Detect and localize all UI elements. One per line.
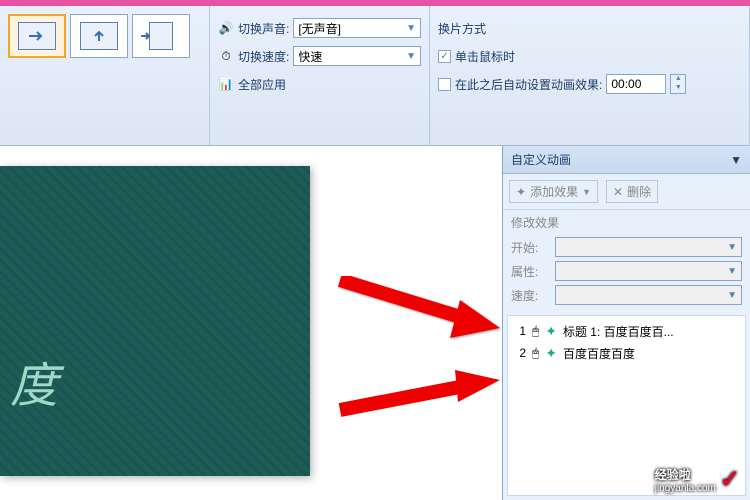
on-click-checkbox[interactable]: ✓ [438,50,451,63]
auto-after-checkbox[interactable] [438,78,451,91]
start-label: 开始: [511,239,551,256]
remove-button[interactable]: ✕ 删除 [606,180,658,203]
slide-text: 度 [10,346,58,416]
anim-speed-label: 速度: [511,287,551,304]
modify-label: 修改效果 [511,214,742,231]
sound-value: [无声音] [298,20,341,37]
effect-star-icon: ✦ [545,345,557,362]
dropdown-arrow-icon: ▼ [582,187,591,197]
transition-options-group: 🔊 切换声音: [无声音] ▼ ⏱ 切换速度: 快速 ▼ 📊 全部应用 [210,6,430,145]
sound-label: 切换声音: [238,20,289,37]
watermark-check-icon: ✓ [720,465,740,494]
transition-thumb-2[interactable] [70,14,128,58]
taskpane-title: 自定义动画 [511,151,571,168]
slide-canvas-area: 度 [0,146,502,500]
advance-title: 换片方式 [438,20,486,37]
anim-speed-combo[interactable]: ▼ [555,285,742,305]
taskpane-title-bar: 自定义动画 ▼ [503,146,750,174]
watermark: 经验啦 jingyanla.com ✓ [655,465,740,494]
taskpane-toolbar: ✦ 添加效果 ▼ ✕ 删除 [503,174,750,210]
modify-effect-section: 修改效果 开始: ▼ 属性: ▼ 速度: ▼ [503,210,750,311]
animation-item-text: 标题 1: 百度百度百... [563,323,674,340]
custom-animation-pane: 自定义动画 ▼ ✦ 添加效果 ▼ ✕ 删除 修改效果 开始: ▼ 属性: ▼ [502,146,750,500]
transition-gallery-group [0,6,210,145]
auto-after-label: 在此之后自动设置动画效果: [455,76,602,93]
speed-icon: ⏱ [218,48,234,64]
sound-combo[interactable]: [无声音] ▼ [293,18,421,38]
speed-value: 快速 [298,48,322,65]
arrow-up-icon [92,29,106,43]
effect-star-icon: ✦ [545,323,557,340]
transition-thumb-1[interactable] [8,14,66,58]
arrow-right-icon [27,29,47,43]
dropdown-arrow-icon: ▼ [406,51,416,62]
work-area: 度 自定义动画 ▼ ✦ 添加效果 ▼ ✕ 删除 修改效果 开始: ▼ [0,146,750,500]
dropdown-arrow-icon: ▼ [406,23,416,34]
sound-icon: 🔊 [218,20,234,36]
property-combo[interactable]: ▼ [555,261,742,281]
apply-all-button[interactable]: 全部应用 [238,76,286,93]
animation-item[interactable]: 1 🖱 ✦ 标题 1: 百度百度百... [512,320,741,342]
animation-item[interactable]: 2 🖱 ✦ 百度百度百度 [512,342,741,364]
mouse-trigger-icon: 🖱 [532,346,539,361]
animation-item-text: 百度百度百度 [563,345,635,362]
add-effect-button[interactable]: ✦ 添加效果 ▼ [509,180,598,203]
advance-slide-group: 换片方式 ✓ 单击鼠标时 在此之后自动设置动画效果: 00:00 ▲▼ [430,6,750,145]
taskpane-menu-icon[interactable]: ▼ [730,153,742,167]
arrow-right-small-icon [139,29,153,43]
speed-label: 切换速度: [238,48,289,65]
speed-combo[interactable]: 快速 ▼ [293,46,421,66]
apply-all-icon: 📊 [218,76,234,92]
auto-time-input[interactable]: 00:00 [606,74,666,94]
start-combo[interactable]: ▼ [555,237,742,257]
property-label: 属性: [511,263,551,280]
remove-icon: ✕ [613,185,623,199]
time-spinner[interactable]: ▲▼ [670,74,686,94]
transition-thumb-3[interactable] [132,14,190,58]
ribbon: 🔊 切换声音: [无声音] ▼ ⏱ 切换速度: 快速 ▼ 📊 全部应用 换片方式… [0,6,750,146]
on-click-label: 单击鼠标时 [455,48,515,65]
add-effect-icon: ✦ [516,185,526,199]
mouse-trigger-icon: 🖱 [532,324,539,339]
slide[interactable]: 度 [0,166,310,476]
